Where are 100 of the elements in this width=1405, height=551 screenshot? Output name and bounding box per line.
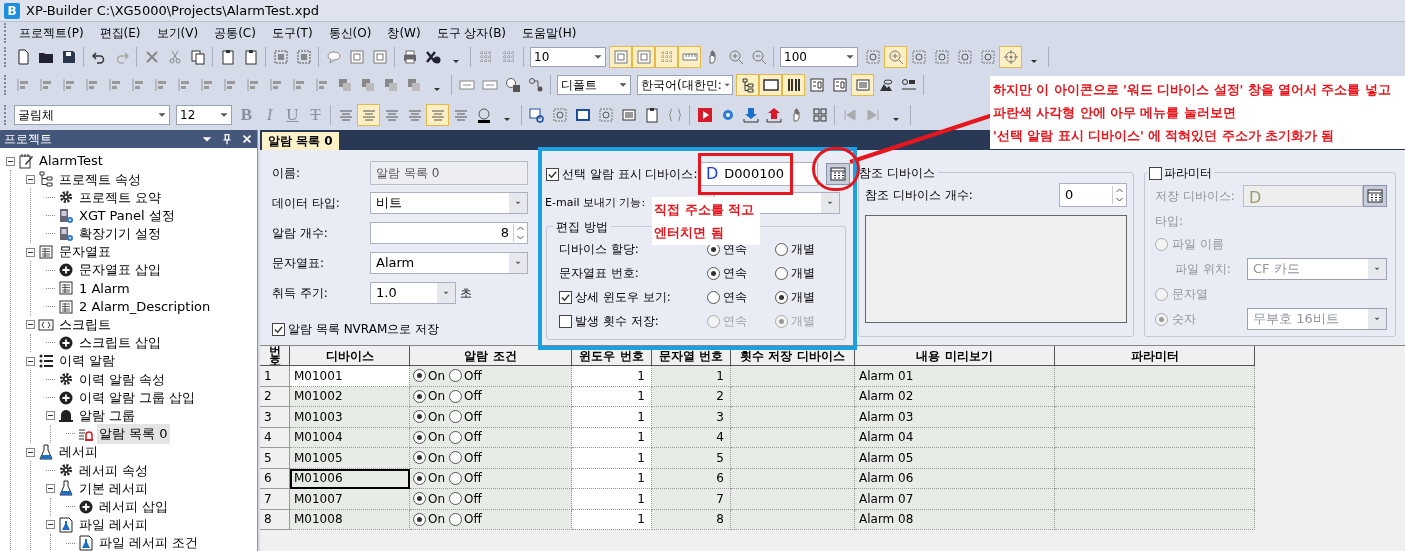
table-cell: 6 <box>652 468 731 489</box>
checkbox-label: 파라미터 <box>1164 165 1212 182</box>
radio-label: On <box>428 367 446 385</box>
number-field[interactable]: 0 <box>1059 183 1127 207</box>
menu-item[interactable]: 통신(O) <box>320 24 380 42</box>
dropdown-field[interactable]: 10 <box>530 47 606 67</box>
menu-item[interactable]: 프로젝트(P) <box>11 24 92 42</box>
table-cell: 4 <box>652 427 731 448</box>
menu-item[interactable]: 도구 상자(B) <box>428 24 515 42</box>
table-cell: 1 <box>652 366 731 387</box>
menu-item[interactable]: 창(W) <box>379 24 429 42</box>
device-field[interactable]: D D000100 <box>700 162 818 186</box>
tree-item[interactable]: 프로젝트 속성 <box>57 169 144 190</box>
annotation-note: 직접 주소를 적고 엔터치면 됨 <box>652 197 760 245</box>
dropdown-field[interactable]: 한국어(대한민: <box>637 75 733 95</box>
table-cell: Alarm 07 <box>855 489 1055 510</box>
table-cell[interactable]: M01006 <box>290 468 410 489</box>
tree-item[interactable]: 이력 알람 속성 <box>77 369 168 390</box>
field-label: 타입: <box>1155 213 1185 230</box>
dropdown-field[interactable]: 12 <box>176 105 232 125</box>
checkbox-label: 알람 목록 NVRAM으로 저장 <box>288 321 440 338</box>
radio-label: 연속 <box>723 289 747 306</box>
dropdown-field[interactable]: 디폴트 <box>557 75 631 95</box>
dropdown-field[interactable]: 1.0 <box>370 282 456 304</box>
tree-item[interactable]: 레서피 속성 <box>77 460 151 481</box>
panel-title: 프로젝트 <box>4 131 52 148</box>
table-cell[interactable]: M01002 <box>290 386 410 407</box>
table-cell: Alarm 08 <box>855 509 1055 530</box>
table-cell: 1 <box>572 468 652 489</box>
row-number: 7 <box>260 489 290 510</box>
table-cell[interactable]: M01001 <box>290 366 410 387</box>
dropdown-field[interactable]: 굴림체 <box>14 105 170 125</box>
dropdown-field[interactable]: 비트 <box>370 192 528 214</box>
tree-item[interactable]: XGT Panel 설정 <box>77 205 177 226</box>
menu-item[interactable]: 보기(V) <box>148 24 207 42</box>
field-label: 참조 디바이스 개수: <box>865 187 973 204</box>
radio-label: On <box>428 490 446 508</box>
option-label: 상세 윈도우 보기: <box>575 289 671 306</box>
row-number: 4 <box>260 427 290 448</box>
tree-item[interactable]: 알람 그룹 <box>77 405 138 426</box>
tree-item[interactable]: 파일 레서피 조건 <box>97 533 201 551</box>
field-label: 파일 위치: <box>1174 261 1231 278</box>
app-logo: B <box>4 2 20 19</box>
dropdown-field[interactable]: 100 <box>780 47 858 67</box>
radio-label: 연속 <box>723 265 747 282</box>
tree-item[interactable]: 스크립트 <box>57 315 113 335</box>
row-number: 6 <box>260 468 290 489</box>
radio-label: 파일 이름 <box>1172 236 1224 253</box>
table-cell[interactable]: M01005 <box>290 448 410 469</box>
number-field[interactable]: 8 <box>370 222 528 244</box>
tree-item[interactable]: 알람 목록 0 <box>97 424 170 444</box>
name-field[interactable]: 알람 목록 0 <box>370 161 528 185</box>
tree-item[interactable]: 파일 레서피 <box>77 515 151 535</box>
tree-item[interactable]: 기본 레서피 <box>77 478 151 499</box>
tree-item[interactable]: 문자열표 삽입 <box>77 260 164 280</box>
column-header: 번호 <box>260 346 290 366</box>
radio-label: On <box>428 511 446 529</box>
radio-label: 개별 <box>791 289 815 306</box>
table-cell: 5 <box>652 448 731 469</box>
tree-item[interactable]: 프로젝트 요약 <box>77 187 164 208</box>
table-cell[interactable]: M01008 <box>290 509 410 530</box>
radio-label: 개별 <box>791 265 815 282</box>
row-number: 3 <box>260 407 290 428</box>
tree-item[interactable]: 레서피 <box>57 442 100 462</box>
tab[interactable]: 알람 목록 0 <box>262 132 339 150</box>
table-cell: Alarm 05 <box>855 448 1055 469</box>
radio-label: Off <box>464 470 482 488</box>
tree-item[interactable]: 2 Alarm_Description <box>77 296 213 317</box>
tree-item[interactable]: 문자열표 <box>57 242 113 262</box>
radio-label: 문자열 <box>1172 286 1208 303</box>
radio-label: On <box>428 429 446 447</box>
menu-item[interactable]: 도움말(H) <box>514 24 585 42</box>
table-cell[interactable]: M01003 <box>290 407 410 428</box>
menu-item[interactable]: 편집(E) <box>91 24 149 42</box>
tree-item[interactable]: 확장기기 설정 <box>77 224 164 244</box>
option-label: 발생 횟수 저장: <box>575 313 659 330</box>
tree-item[interactable]: 이력 알람 <box>57 351 118 371</box>
field-label: 문자열표: <box>271 255 326 272</box>
radio-label: Off <box>464 367 482 385</box>
unit-label: 초 <box>460 285 472 302</box>
menu-item[interactable]: 공통(C) <box>206 24 264 42</box>
dropdown-field[interactable]: Alarm <box>370 252 528 274</box>
tree-item[interactable]: 레서피 삽입 <box>97 496 171 517</box>
annotation-note: 하지만 이 아이콘으로 '워드 디바이스 설정' 창을 열어서 주소를 넣고 파란색 사각형 안에 아무 메뉴를 눌러보면 '선택 알람 표시 디바이스' 에 적혀있던 주소가 초기화가 됨 <box>990 76 1405 149</box>
radio-label: Off <box>464 490 482 508</box>
field-label: 알람 개수: <box>271 225 329 242</box>
radio-label: 개별 <box>791 241 815 258</box>
tree-item[interactable]: AlarmTest <box>37 151 105 171</box>
window-title: XP-Builder C:\XG5000\Projects\AlarmTest.xpd <box>26 1 319 20</box>
table-cell[interactable]: M01007 <box>290 489 410 510</box>
table-cell[interactable]: M01004 <box>290 427 410 448</box>
tree-item[interactable]: 스크립트 삽입 <box>77 333 164 353</box>
tree-item[interactable]: 1 Alarm <box>77 278 132 299</box>
radio-label: 연속 <box>723 313 747 330</box>
row-number: 2 <box>260 386 290 407</box>
field-label: E-mail 보내기 기능: <box>545 194 646 211</box>
table-cell: 8 <box>652 509 731 530</box>
tree-item[interactable]: 이력 알람 그룹 삽입 <box>77 387 198 408</box>
column-header: 디바이스 <box>290 346 410 366</box>
menu-item[interactable]: 도구(T) <box>263 24 321 42</box>
